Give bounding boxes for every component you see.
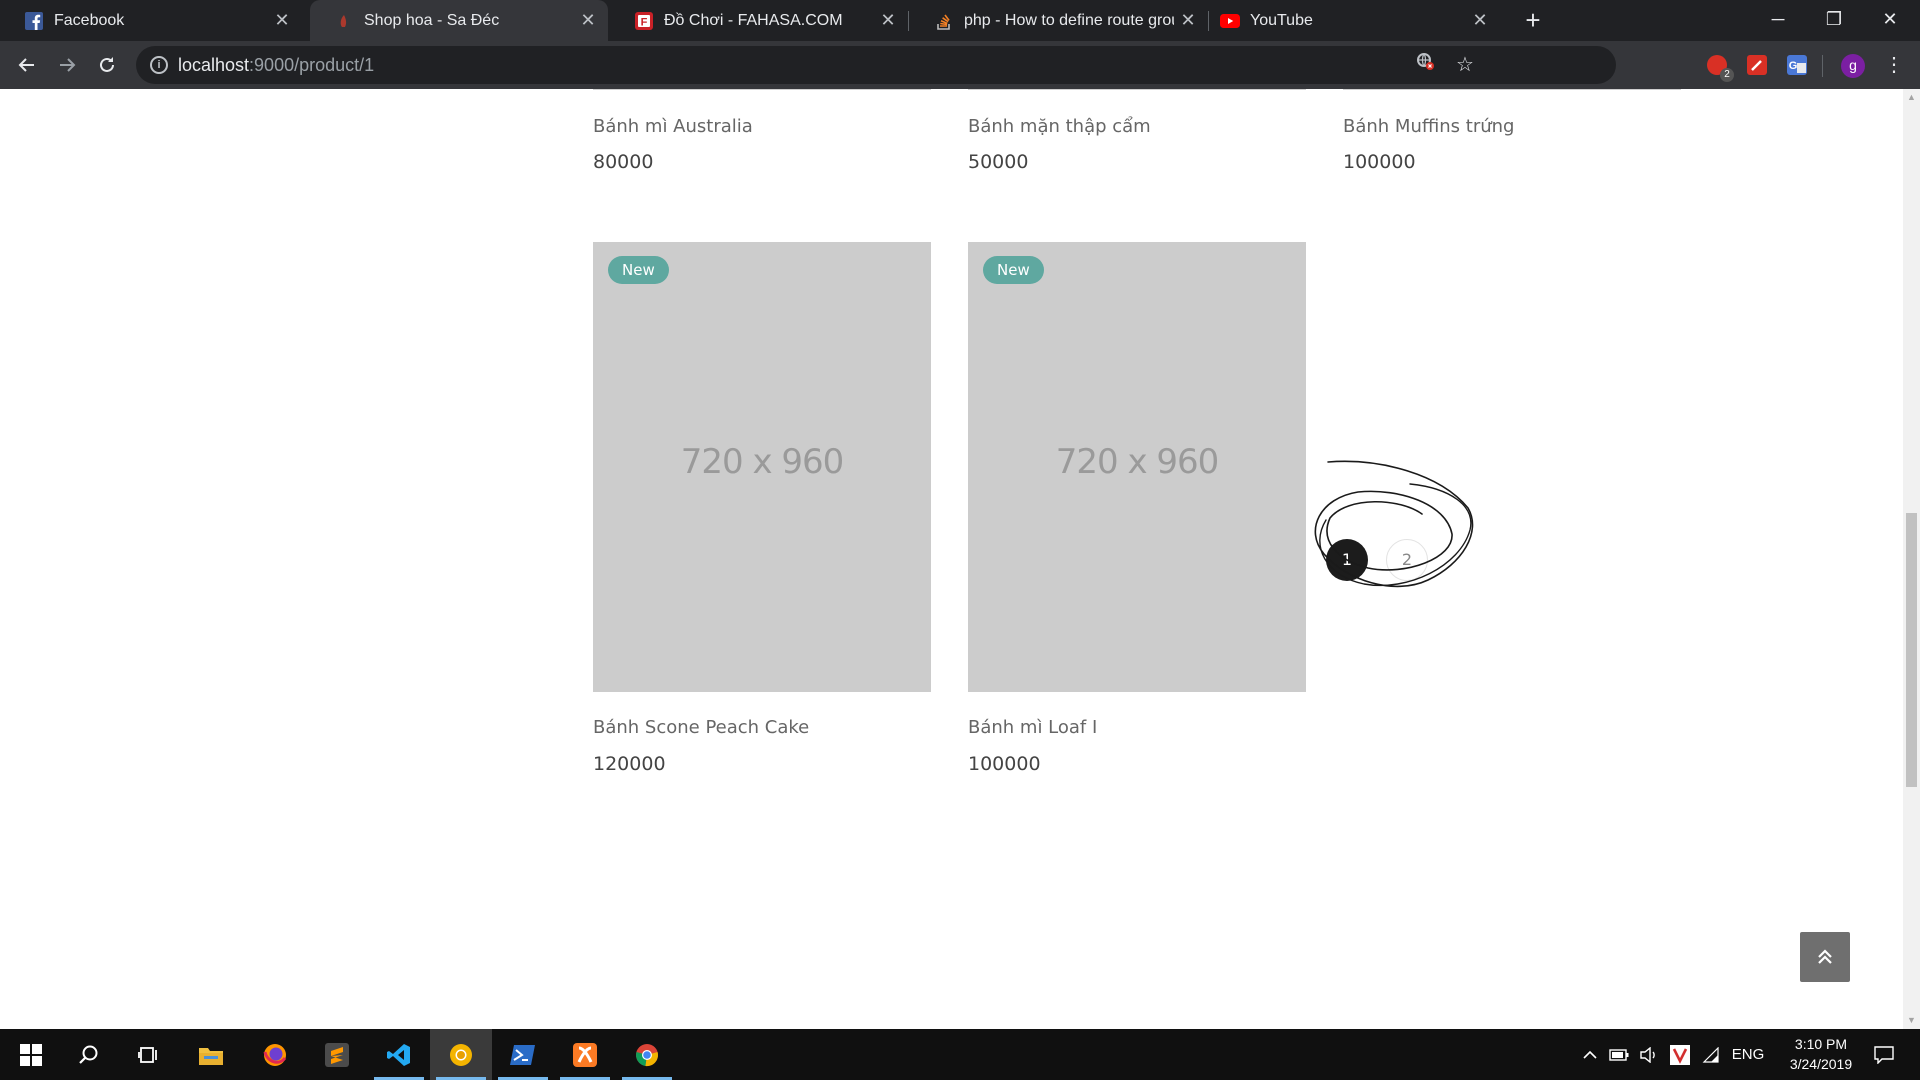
firefox-icon[interactable]	[244, 1029, 306, 1080]
minimize-button[interactable]: ─	[1750, 0, 1806, 41]
tab-title: YouTube	[1250, 11, 1313, 29]
close-window-button[interactable]: ✕	[1862, 0, 1918, 41]
product-price: 50000	[968, 151, 1029, 173]
tab-title: Shop hoa - Sa Đéc	[364, 11, 500, 29]
close-icon[interactable]: ✕	[1466, 10, 1494, 31]
product-price: 80000	[593, 151, 654, 173]
new-tab-button[interactable]: +	[1518, 4, 1548, 36]
clock-time: 3:10 PM	[1794, 1036, 1848, 1052]
double-chevron-up-icon	[1818, 949, 1832, 964]
svg-text:F: F	[641, 16, 648, 28]
extension-badge: 2	[1720, 68, 1734, 82]
image-dimensions-text: 720 x 960	[680, 442, 845, 482]
image-placeholder-edge	[593, 89, 931, 90]
page-scrollbar[interactable]: ▲ ▼	[1903, 89, 1920, 1029]
product-name[interactable]: Bánh mặn thập cẩm	[968, 116, 1151, 137]
facebook-icon	[24, 11, 44, 31]
toolbar-divider	[1822, 55, 1823, 77]
clock-date: 3/24/2019	[1789, 1056, 1853, 1072]
stackoverflow-icon	[934, 11, 954, 31]
profile-avatar[interactable]: g	[1841, 54, 1865, 78]
fahasa-icon: F	[634, 11, 654, 31]
task-view-icon[interactable]	[118, 1029, 180, 1080]
svg-text:G: G	[1789, 60, 1798, 72]
chrome-icon[interactable]	[616, 1029, 678, 1080]
input-language[interactable]: ENG	[1730, 1029, 1766, 1080]
back-button[interactable]	[11, 49, 43, 81]
tab-stackoverflow[interactable]: php - How to define route group ✕	[910, 0, 1208, 41]
bookmark-star-icon[interactable]: ☆	[1451, 51, 1479, 79]
system-clock[interactable]: 3:10 PM 3/24/2019	[1766, 1034, 1876, 1074]
youtube-icon	[1220, 11, 1240, 31]
vietkey-icon[interactable]	[1668, 1029, 1692, 1080]
tab-fahasa[interactable]: F Đồ Chơi - FAHASA.COM ✕	[610, 0, 908, 41]
file-explorer-icon[interactable]	[180, 1029, 242, 1080]
chevron-up-icon[interactable]	[1578, 1029, 1602, 1080]
wifi-icon[interactable]	[1698, 1029, 1724, 1080]
tracking-blocked-icon[interactable]	[1411, 51, 1439, 79]
windows-start-icon[interactable]	[0, 1029, 62, 1080]
product-name[interactable]: Bánh Muffins trứng	[1343, 116, 1514, 137]
url-text: localhost:9000/product/1	[178, 55, 375, 75]
forward-button[interactable]	[51, 49, 83, 81]
search-icon[interactable]	[58, 1029, 120, 1080]
vscode-icon[interactable]	[368, 1029, 430, 1080]
product-image[interactable]: New 720 x 960	[593, 242, 931, 692]
scroll-to-top-button[interactable]	[1800, 932, 1850, 982]
tab-title: php - How to define route group	[964, 11, 1174, 29]
annotation-scribble	[1314, 460, 1474, 588]
new-badge: New	[983, 256, 1044, 284]
product-name[interactable]: Bánh Scone Peach Cake	[593, 717, 809, 738]
restore-button[interactable]: ❐	[1806, 0, 1862, 41]
scrollbar-thumb[interactable]	[1906, 513, 1917, 787]
xampp-icon[interactable]	[554, 1029, 616, 1080]
reload-button[interactable]	[91, 49, 123, 81]
tab-youtube[interactable]: YouTube ✕	[1196, 0, 1500, 41]
tab-title: Facebook	[54, 11, 125, 29]
product-image[interactable]: New 720 x 960	[968, 242, 1306, 692]
chrome-canary-icon[interactable]	[430, 1029, 492, 1080]
tab-facebook[interactable]: Facebook ✕	[0, 0, 302, 41]
image-placeholder-edge	[1343, 89, 1681, 90]
windows-taskbar: ENG 3:10 PM 3/24/2019	[0, 1029, 1920, 1080]
battery-icon[interactable]	[1606, 1029, 1632, 1080]
page-viewport: Bánh mì Australia 80000 Bánh mặn thập cẩ…	[0, 89, 1920, 1029]
product-price: 100000	[1343, 151, 1416, 173]
tab-title: Đồ Chơi - FAHASA.COM	[664, 11, 843, 29]
menu-kebab-icon[interactable]: ⋮	[1880, 51, 1908, 79]
tab-shop-hoa[interactable]: Shop hoa - Sa Đéc ✕	[310, 0, 608, 41]
extension-pen-icon[interactable]	[1747, 55, 1767, 75]
new-badge: New	[608, 256, 669, 284]
product-name[interactable]: Bánh mì Australia	[593, 116, 753, 137]
scroll-down-arrow-icon[interactable]: ▼	[1903, 1012, 1920, 1029]
image-placeholder-edge	[968, 89, 1306, 90]
browser-tab-bar: Facebook ✕ Shop hoa - Sa Đéc ✕ F Đồ Chơi…	[0, 0, 1920, 41]
sublime-text-icon[interactable]	[306, 1029, 368, 1080]
close-icon[interactable]: ✕	[574, 10, 602, 31]
site-icon	[334, 11, 354, 31]
action-center-icon[interactable]	[1866, 1029, 1902, 1080]
close-icon[interactable]: ✕	[268, 10, 296, 31]
volume-icon[interactable]	[1636, 1029, 1662, 1080]
scroll-up-arrow-icon[interactable]: ▲	[1903, 89, 1920, 106]
product-name[interactable]: Bánh mì Loaf I	[968, 717, 1097, 738]
powershell-icon[interactable]	[492, 1029, 554, 1080]
address-bar[interactable]: i localhost:9000/product/1 ☆	[136, 46, 1616, 84]
image-dimensions-text: 720 x 960	[1055, 442, 1220, 482]
browser-toolbar: i localhost:9000/product/1 ☆ G g ⋮	[0, 41, 1920, 89]
info-icon[interactable]: i	[150, 56, 168, 74]
close-icon[interactable]: ✕	[874, 10, 902, 31]
google-translate-icon[interactable]: G	[1787, 55, 1807, 75]
product-price: 100000	[968, 753, 1041, 775]
product-price: 120000	[593, 753, 666, 775]
tab-divider	[908, 11, 909, 31]
